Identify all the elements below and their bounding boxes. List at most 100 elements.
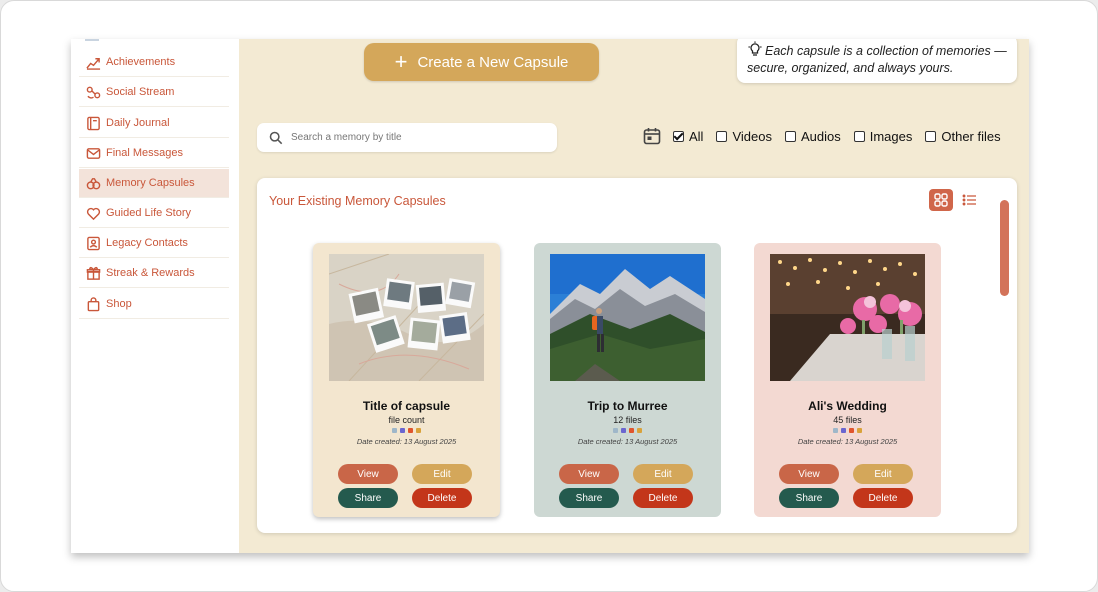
view-button[interactable]: View [338,464,398,484]
edit-button[interactable]: Edit [633,464,693,484]
window-frame: Achievements Social Stream Daily Journal… [0,0,1098,592]
sidebar-item-label: Social Stream [106,86,175,98]
checkbox-checked[interactable] [673,130,684,142]
list-view-toggle[interactable] [961,191,979,209]
filter-bar: All Videos Audios Images Other files [643,127,1014,145]
sidebar-item-guided-life-story[interactable]: Guided Life Story [79,199,229,228]
file-type-icons [754,428,941,433]
video-icon [621,428,626,433]
capsules-icon [85,175,101,191]
delete-button[interactable]: Delete [633,488,693,508]
create-capsule-button[interactable]: + Create a New Capsule [364,43,599,81]
filter-audios[interactable]: Audios [784,128,841,144]
sidebar-item-label: Legacy Contacts [106,237,188,249]
file-type-icons [534,428,721,433]
sidebar-item-social-stream[interactable]: Social Stream [79,78,229,107]
panel-title: Your Existing Memory Capsules [269,194,446,208]
sidebar-item-shop[interactable]: Shop [79,290,229,319]
lightbulb-icon [747,41,765,61]
search-input[interactable] [291,132,541,143]
filter-label: Videos [732,128,772,144]
sidebar-item-final-messages[interactable]: Final Messages [79,139,229,168]
audio-icon [408,428,413,433]
sidebar: Achievements Social Stream Daily Journal… [71,39,239,553]
filter-videos[interactable]: Videos [716,129,772,144]
capsule-card[interactable]: Trip to Murree 12 files Date created: 13… [534,243,721,517]
document-icon [833,428,838,433]
scrollbar-thumb[interactable] [1000,200,1009,296]
capsule-card[interactable]: Ali's Wedding 45 files Date created: 13 … [754,243,941,517]
capsule-card[interactable]: Title of capsule file count Date created… [313,243,500,517]
contact-card-icon [85,235,101,251]
capsule-file-count: 12 files [613,415,642,425]
view-button[interactable]: View [779,464,839,484]
checkbox[interactable] [716,130,728,142]
share-nodes-icon [85,84,101,100]
checkbox[interactable] [853,130,865,142]
app-container: Achievements Social Stream Daily Journal… [71,39,1029,553]
sidebar-item-label: Daily Journal [106,117,170,129]
sidebar-item-streak-rewards[interactable]: Streak & Rewards [79,259,229,288]
video-icon [841,428,846,433]
sidebar-item-label: Guided Life Story [106,207,191,219]
audio-icon [629,428,634,433]
sidebar-item-label: Achievements [106,56,176,68]
sidebar-item-daily-journal[interactable]: Daily Journal [79,109,229,138]
capsule-file-count: 45 files [833,415,862,425]
tip-text: Each capsule is a collection of memories… [747,44,1007,75]
grid-view-toggle[interactable] [929,189,953,211]
capsule-date: Date created: 13 August 2025 [577,437,678,446]
document-icon [392,428,397,433]
capsule-title: Trip to Murree [587,399,668,413]
filter-all[interactable]: All [673,129,703,144]
sidebar-item-label: Streak & Rewards [106,267,195,279]
document-icon [613,428,618,433]
info-tip: Each capsule is a collection of memories… [737,39,1017,83]
sidebar-top-edge [85,39,99,43]
video-icon [400,428,405,433]
create-capsule-label: Create a New Capsule [417,53,569,71]
audio-icon [849,428,854,433]
sidebar-item-memory-capsules[interactable]: Memory Capsules [79,169,229,198]
image-icon [637,428,642,433]
journal-icon [85,115,101,131]
sidebar-item-achievements[interactable]: Achievements [79,48,229,77]
chart-line-icon [85,54,101,70]
filter-images[interactable]: Images [853,128,913,144]
grid-icon [934,193,948,207]
filter-label: Audios [800,128,841,144]
sidebar-item-legacy-contacts[interactable]: Legacy Contacts [79,229,229,258]
delete-button[interactable]: Delete [853,488,913,508]
delete-button[interactable]: Delete [412,488,472,508]
capsules-panel: Your Existing Memory Capsules Title of c… [257,178,1017,533]
edit-button[interactable]: Edit [412,464,472,484]
capsule-photo-mountains [550,254,705,381]
capsule-date: Date created: 13 August 2025 [797,437,898,446]
capsule-photo-wedding [770,254,925,381]
checkbox[interactable] [925,130,937,142]
filter-label: All [689,128,704,144]
image-icon [857,428,862,433]
share-button[interactable]: Share [559,488,619,508]
share-button[interactable]: Share [338,488,398,508]
capsule-title: Ali's Wedding [808,399,887,413]
share-button[interactable]: Share [779,488,839,508]
filter-label: Images [869,128,913,144]
image-icon [416,428,421,433]
capsule-title: Title of capsule [362,399,451,413]
filter-label: Other files [941,128,1001,144]
edit-button[interactable]: Edit [853,464,913,484]
search-icon [269,131,283,144]
shopping-bag-icon [85,296,101,312]
sidebar-item-label: Memory Capsules [106,177,195,189]
calendar-icon[interactable] [643,127,661,145]
view-button[interactable]: View [559,464,619,484]
checkbox[interactable] [784,130,796,142]
file-type-icons [313,428,500,433]
envelope-icon [85,145,101,161]
heart-icon [85,205,101,221]
capsule-photo-polaroids [329,254,484,381]
filter-other-files[interactable]: Other files [925,128,1001,144]
capsule-file-count: file count [388,415,425,425]
sidebar-item-label: Final Messages [106,147,184,159]
